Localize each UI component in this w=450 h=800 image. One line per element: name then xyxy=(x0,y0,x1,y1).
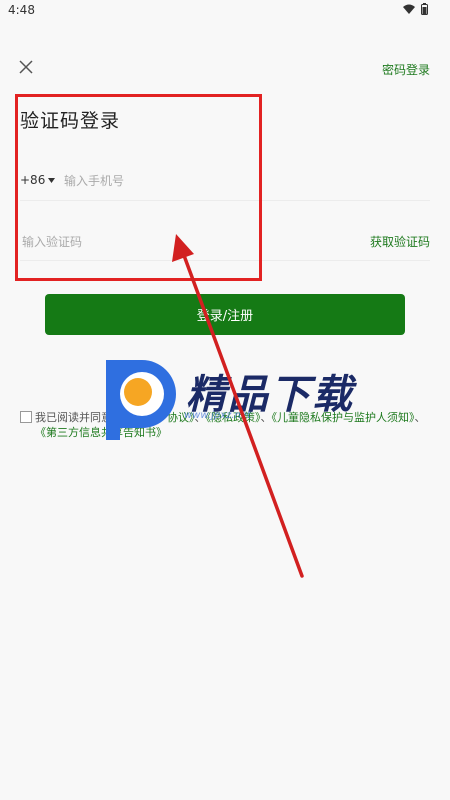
agreement-obscured-2: 的 xyxy=(123,411,134,424)
agreement-sep-2: 、 xyxy=(260,411,272,424)
wifi-icon xyxy=(403,4,415,14)
agreement-prefix: 我已阅读并同意 xyxy=(35,411,112,424)
agree-checkbox[interactable] xyxy=(20,411,32,423)
phone-row: +86 xyxy=(20,160,430,201)
agreement-sep-3: 、 xyxy=(414,411,426,424)
password-login-link[interactable]: 密码登录 xyxy=(382,61,430,78)
privacy-policy-link[interactable]: 《隐私政策》 xyxy=(206,411,261,424)
battery-icon xyxy=(421,3,428,15)
status-bar: 4:48 xyxy=(0,0,450,20)
status-time: 4:48 xyxy=(8,3,35,17)
agreement-obscured-1: 酷 xyxy=(112,411,123,424)
agreement: 我已阅读并同意酷的《用户协议》、《隐私政策》、《儿童隐私保护与监护人须知》、《第… xyxy=(20,410,432,440)
agreement-sep-1: 、 xyxy=(194,411,206,424)
child-privacy-link[interactable]: 《儿童隐私保护与监护人须知》 xyxy=(272,411,415,424)
close-button[interactable] xyxy=(14,56,38,80)
third-party-info-link[interactable]: 《第三方信息共享告知书》 xyxy=(35,426,167,439)
code-row: 获取验证码 xyxy=(20,222,430,261)
get-code-button[interactable]: 获取验证码 xyxy=(370,233,430,250)
phone-input[interactable] xyxy=(62,168,366,194)
country-code-selector[interactable]: +86 xyxy=(20,173,56,187)
user-agreement-link[interactable]: 《用户协议》 xyxy=(134,411,195,424)
close-icon xyxy=(19,60,33,74)
login-register-button[interactable]: 登录/注册 xyxy=(45,294,405,335)
agreement-text: 我已阅读并同意酷的《用户协议》、《隐私政策》、《儿童隐私保护与监护人须知》、《第… xyxy=(35,410,432,440)
status-icons xyxy=(403,3,428,15)
page-title: 验证码登录 xyxy=(20,110,121,132)
caret-down-icon xyxy=(48,177,56,183)
country-code-label: +86 xyxy=(20,173,46,187)
code-input[interactable] xyxy=(20,229,284,255)
login-register-label: 登录/注册 xyxy=(196,309,254,324)
